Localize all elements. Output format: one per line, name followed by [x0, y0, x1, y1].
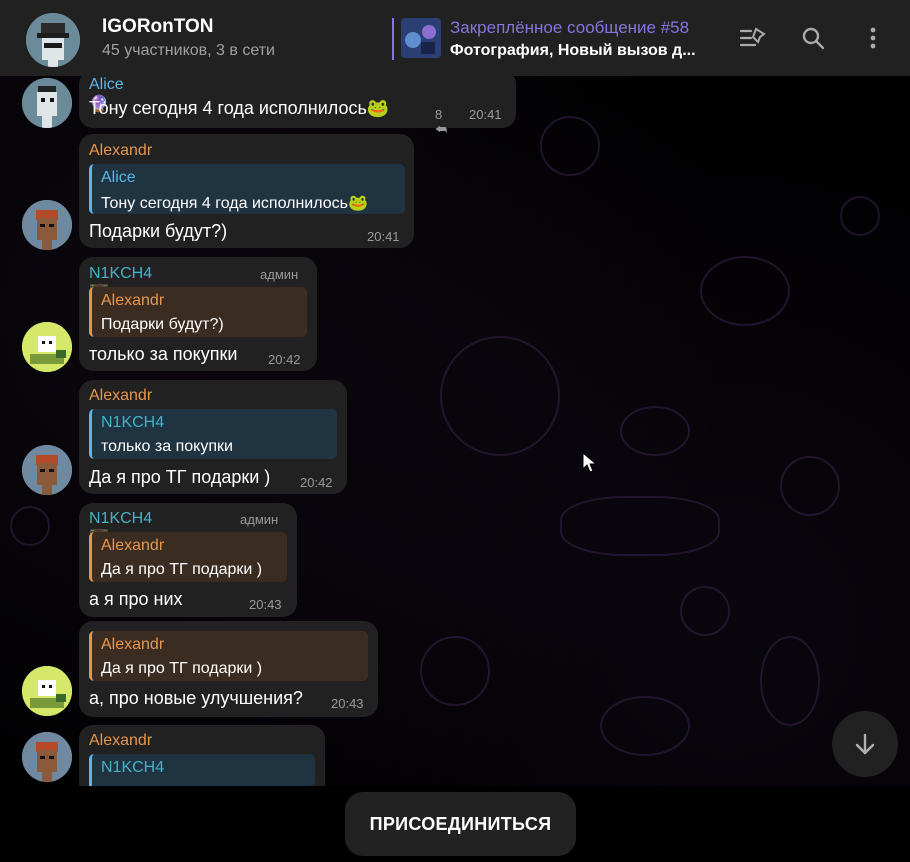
- chat-header: IGORonTON 45 участников, 3 в сети Закреп…: [0, 0, 910, 76]
- reply-name: Alexandr: [101, 537, 165, 554]
- avatar[interactable]: [22, 445, 72, 495]
- sticker-emoji: 🐸: [366, 98, 390, 118]
- reply-name: Alice: [101, 169, 136, 186]
- reply-quote[interactable]: N1KCH4 только за покупки: [89, 409, 337, 459]
- background-doodle: [560, 496, 720, 556]
- message-time: 20:42: [300, 475, 333, 490]
- reply-text: Подарки будут?): [101, 316, 224, 333]
- background-doodle: [620, 406, 690, 456]
- pinned-message[interactable]: Закреплённое сообщение #58 Фотография, Н…: [392, 14, 712, 62]
- pinned-text: Фотография, Новый вызов д...: [450, 42, 696, 59]
- group-avatar[interactable]: [26, 13, 80, 67]
- scroll-down-button[interactable]: [832, 711, 898, 777]
- pinned-bar: [392, 18, 394, 60]
- pinned-list-icon[interactable]: [737, 22, 769, 54]
- background-doodle: [760, 636, 820, 726]
- admin-badge: админ: [240, 512, 279, 527]
- chat-area: Alice 🔮 Тону сегодня 4 года исполнилось🐸…: [0, 76, 910, 862]
- mouse-cursor-icon: [582, 452, 598, 473]
- background-doodle: [840, 196, 880, 236]
- group-title[interactable]: IGORonTON: [102, 16, 214, 38]
- reply-text: Да я про ТГ подарки ): [101, 561, 263, 578]
- pinned-thumbnail: [401, 18, 441, 58]
- background-doodle: [540, 116, 600, 176]
- reply-name: N1KCH4: [101, 759, 165, 776]
- avatar[interactable]: [22, 666, 72, 716]
- group-subtitle: 45 участников, 3 в сети: [102, 42, 275, 59]
- avatar[interactable]: [22, 200, 72, 250]
- reply-name: N1KCH4: [101, 414, 165, 431]
- reply-text: Тону сегодня 4 года исполнилось🐸: [101, 195, 368, 212]
- pinned-title: Закреплённое сообщение #58: [450, 18, 690, 37]
- message-time: 20:43: [331, 696, 364, 711]
- background-doodle: [700, 256, 790, 326]
- reply-icon: ⮪: [435, 122, 448, 137]
- message-text: а, про новые улучшения?: [89, 688, 303, 708]
- background-doodle: [420, 636, 490, 706]
- message-text: а я про них: [89, 589, 183, 609]
- search-icon[interactable]: [797, 22, 829, 54]
- avatar[interactable]: [22, 732, 72, 782]
- background-doodle: [600, 696, 690, 756]
- message-text: Тону сегодня 4 года исполнилось🐸: [89, 98, 390, 118]
- arrow-down-icon: [855, 733, 875, 755]
- reply-text: Да я про ТГ подарки ): [101, 660, 263, 677]
- background-doodle: [440, 336, 560, 456]
- message-text: Подарки будут?): [89, 221, 228, 241]
- join-button[interactable]: ПРИСОЕДИНИТЬСЯ: [345, 792, 576, 856]
- message-time: 20:43: [249, 597, 282, 612]
- avatar[interactable]: [22, 78, 72, 128]
- reply-quote[interactable]: N1KCH4: [89, 754, 315, 786]
- reply-name: Alexandr: [101, 636, 165, 653]
- message-text: только за покупки: [89, 344, 238, 364]
- reply-quote[interactable]: Alexandr Подарки будут?): [89, 287, 307, 337]
- message-text: Да я про ТГ подарки ): [89, 467, 271, 487]
- reply-name: Alexandr: [101, 292, 165, 309]
- admin-badge: админ: [260, 267, 299, 282]
- message-time: 20:41: [469, 107, 502, 122]
- reactions-count[interactable]: 8 ⮪: [435, 107, 447, 138]
- background-doodle: [780, 456, 840, 516]
- message-time: 20:42: [268, 352, 301, 367]
- more-icon[interactable]: [857, 22, 889, 54]
- reply-quote[interactable]: Alexandr Да я про ТГ подарки ): [89, 631, 368, 681]
- reply-quote[interactable]: Alexandr Да я про ТГ подарки ): [89, 532, 287, 582]
- background-doodle: [680, 586, 730, 636]
- avatar[interactable]: [22, 322, 72, 372]
- message-time: 20:41: [367, 229, 400, 244]
- reply-text: только за покупки: [101, 438, 233, 455]
- reply-quote[interactable]: Alice Тону сегодня 4 года исполнилось🐸: [89, 164, 405, 214]
- background-doodle: [10, 506, 50, 546]
